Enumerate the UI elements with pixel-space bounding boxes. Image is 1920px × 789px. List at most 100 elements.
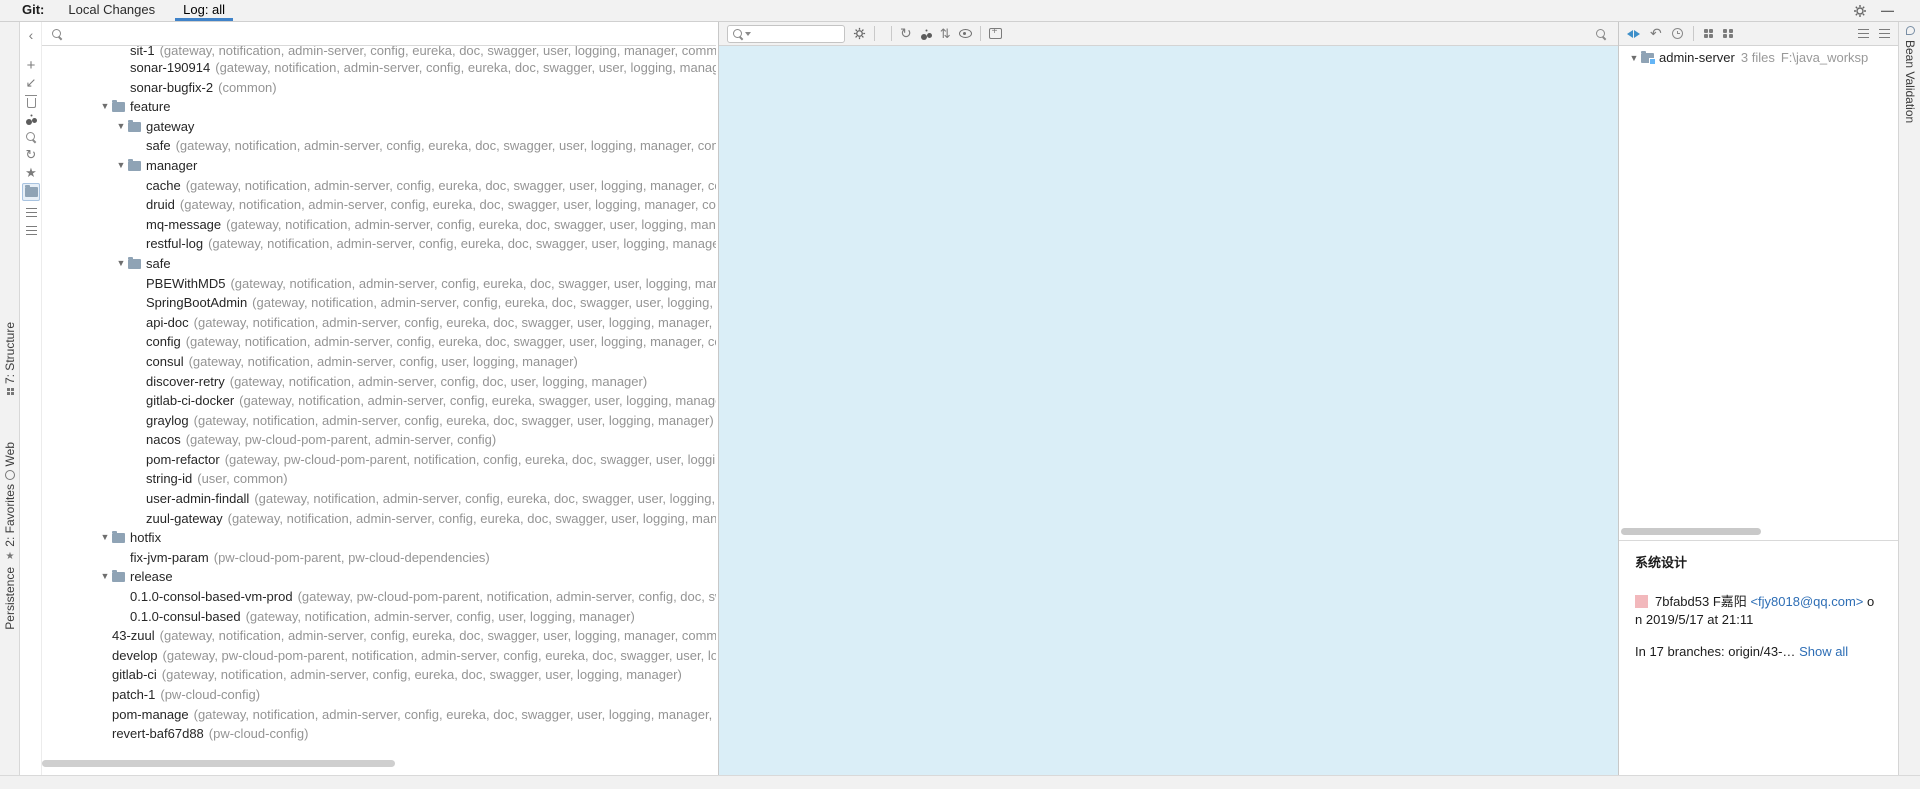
branch-row[interactable]: graylog(gateway, notification, admin-ser… [42,411,716,431]
branch-row[interactable]: string-id(user, common) [42,469,716,489]
tool-button--favorites[interactable]: 2: Favorites★ [0,484,20,562]
branch-row[interactable]: druid(gateway, notification, admin-serve… [42,195,716,215]
folder-icon [128,259,141,269]
show-all-link[interactable]: Show all [1799,644,1848,659]
branch-folder-row[interactable]: ▼ release [42,567,716,587]
hide-icon[interactable]: — [1881,3,1894,18]
show-diff-icon[interactable] [1627,30,1640,38]
chevron-down-icon[interactable]: ▼ [98,97,112,117]
branch-row[interactable]: gitlab-ci(gateway, notification, admin-s… [42,665,716,685]
chevron-down-icon[interactable]: ▼ [114,254,128,274]
chevron-down-icon[interactable]: ▼ [98,528,112,548]
view-options-eye-icon[interactable] [959,29,972,38]
chevron-down-icon[interactable]: ▼ [114,117,128,137]
chevron-down-icon[interactable]: ▼ [1627,53,1641,63]
folder-icon [128,122,141,132]
tab-log-all[interactable]: Log: all [169,0,239,21]
folder-icon [112,533,125,543]
log-toolbar: ↻ ⇅ [719,22,1618,46]
branch-row[interactable]: PBEWithMD5(gateway, notification, admin-… [42,274,716,294]
checkout-icon[interactable]: ↙ [20,74,42,92]
search-icon[interactable] [20,128,42,146]
branch-row[interactable]: 0.1.0-consol-based-vm-prod(gateway, pw-c… [42,587,716,607]
commit-list [719,48,1618,775]
git-label: Git: [0,0,54,21]
taskbar-strip [0,775,1920,789]
sort-icon[interactable]: ⇅ [940,26,951,42]
horizontal-scrollbar[interactable] [42,760,395,767]
favorite-star-icon[interactable]: ★ [20,164,42,182]
find-icon[interactable] [1596,29,1606,39]
branches-toolbar: ‹ + ↙ ↻ ★ [20,22,42,775]
collapse-all-icon[interactable] [20,221,42,239]
branch-row[interactable]: discover-retry(gateway, notification, ad… [42,372,716,392]
group-by-directory-icon[interactable] [1704,29,1714,39]
commit-subject: 系统设计 [1635,552,1879,571]
delete-icon[interactable] [20,92,42,110]
branch-row[interactable]: mq-message(gateway, notification, admin-… [42,215,716,235]
branch-row[interactable]: consul(gateway, notification, admin-serv… [42,352,716,372]
branch-row[interactable]: patch-1(pw-cloud-config) [42,685,716,705]
branch-row[interactable]: restful-log(gateway, notification, admin… [42,234,716,254]
branch-row[interactable]: pom-manage(gateway, notification, admin-… [42,705,716,725]
refresh-icon[interactable]: ↻ [900,25,912,42]
branch-row[interactable]: fix-jvm-param(pw-cloud-pom-parent, pw-cl… [42,548,716,568]
branch-folder-row[interactable]: ▼ gateway [42,117,716,137]
branch-row[interactable]: safe(gateway, notification, admin-server… [42,136,716,156]
expand-all-icon[interactable] [20,203,42,221]
tool-button-web[interactable]: Web [0,442,20,480]
group-by-module-icon[interactable] [1723,29,1733,39]
expand-all-icon[interactable] [1858,28,1869,39]
branch-row[interactable]: pom-refactor(gateway, pw-cloud-pom-paren… [42,450,716,470]
log-search-field[interactable] [727,25,845,43]
branch-folder-row[interactable]: ▼ manager [42,156,716,176]
folder-icon [112,102,125,112]
changed-files-root-row[interactable]: ▼ admin-server 3 files F:\java_worksp [1619,48,1898,67]
horizontal-scrollbar[interactable] [1621,528,1761,535]
branch-row[interactable]: cache(gateway, notification, admin-serve… [42,176,716,196]
branch-row[interactable]: api-doc(gateway, notification, admin-ser… [42,313,716,333]
gear-icon[interactable] [1853,4,1867,18]
cherry-pick-icon[interactable] [920,28,932,40]
branch-row[interactable]: user-admin-findall(gateway, notification… [42,489,716,509]
branch-row[interactable]: sonar-bugfix-2(common) [42,78,716,98]
chevron-down-icon[interactable]: ▼ [114,156,128,176]
branch-row[interactable]: sit-1(gateway, notification, admin-serve… [42,46,716,58]
branch-row[interactable]: gitlab-ci-docker(gateway, notification, … [42,391,716,411]
branch-row[interactable]: config(gateway, notification, admin-serv… [42,332,716,352]
branch-folder-row[interactable]: ▼ hotfix [42,528,716,548]
branch-row[interactable]: develop(gateway, pw-cloud-pom-parent, no… [42,646,716,666]
group-by-directory-icon[interactable] [22,183,40,201]
commit-author: F嘉阳 [1713,594,1747,609]
tool-button-persistence[interactable]: Persistence [0,567,20,630]
chevron-down-icon[interactable]: ▼ [98,567,112,587]
gear-icon[interactable] [853,27,866,40]
cherry-pick-icon[interactable] [20,110,42,128]
branch-row[interactable]: SpringBootAdmin(gateway, notification, a… [42,293,716,313]
branch-folder-row[interactable]: ▼ feature [42,97,716,117]
collapse-all-icon[interactable] [1879,28,1890,39]
branch-row[interactable]: 0.1.0-consul-based(gateway, notification… [42,607,716,627]
branch-row[interactable]: zuul-gateway(gateway, notification, admi… [42,509,716,529]
tool-button-bean-validation[interactable]: Bean Validation [1899,26,1920,123]
tool-button--structure[interactable]: 7: Structure [0,322,20,395]
branch-row[interactable]: nacos(gateway, pw-cloud-pom-parent, admi… [42,430,716,450]
branch-folder-row[interactable]: ▼ safe [42,254,716,274]
branch-row[interactable]: 43-zuul(gateway, notification, admin-ser… [42,626,716,646]
back-icon[interactable]: ‹ [20,26,42,44]
commit-hash: 7bfabd53 [1655,594,1709,609]
add-icon[interactable]: + [20,56,42,74]
details-toolbar: ↶ [1619,22,1898,46]
revert-icon[interactable]: ↶ [1650,25,1662,42]
branch-row[interactable]: revert-baf67d88(pw-cloud-config) [42,724,716,744]
bean-validation-icon [1906,26,1915,35]
structure-icon-label: 7: Structure [3,322,17,384]
history-clock-icon[interactable] [1672,28,1683,39]
author-email-link[interactable]: <fjy8018@qq.com> [1750,594,1863,609]
refresh-icon[interactable]: ↻ [20,146,42,164]
new-log-tab-icon[interactable] [989,28,1002,39]
branch-row[interactable]: sonar-190914(gateway, notification, admi… [42,58,716,78]
tab-local-changes[interactable]: Local Changes [54,0,169,21]
right-tool-stripe: Bean Validation [1898,22,1920,775]
branches-search-field[interactable] [42,22,716,46]
